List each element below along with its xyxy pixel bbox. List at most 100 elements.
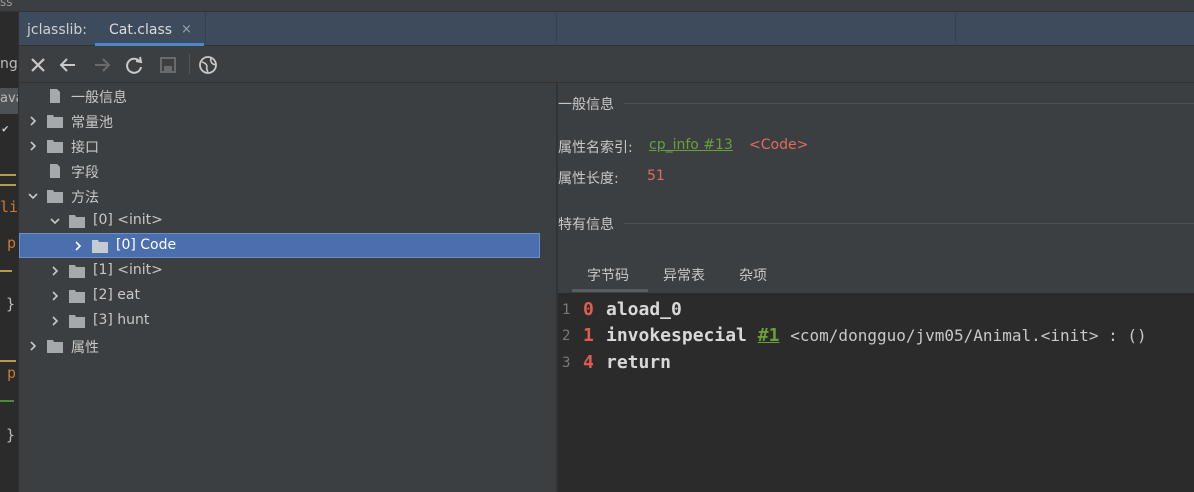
tree-node-label: 字段 <box>71 165 99 181</box>
editor-fragment: } <box>6 426 16 444</box>
refresh-icon[interactable] <box>123 54 145 76</box>
specific-info-header: 特有信息 <box>558 217 614 233</box>
editor-fragment: ng <box>0 56 18 72</box>
tab-bar: jclasslib: Cat.class × <box>19 12 1194 46</box>
folder-icon <box>69 215 85 228</box>
tree-node-label: 方法 <box>71 190 99 206</box>
tree-node-constant-pool[interactable]: 常量池 <box>19 109 540 134</box>
window-title-fragment: ss <box>0 0 13 9</box>
bytecode-offset: 0 <box>583 299 594 320</box>
tool-window-title: jclasslib: <box>27 22 88 38</box>
folder-icon <box>92 240 108 253</box>
arrow-right-icon[interactable] <box>91 54 113 76</box>
chevron-right-icon[interactable] <box>72 240 84 252</box>
chevron-right-icon[interactable] <box>49 315 61 327</box>
bytecode-view[interactable]: 1 0 aload_0 2 1 invokespecial #1 <com/do… <box>558 293 1194 492</box>
window-title-strip: ss <box>0 0 1194 12</box>
editor-fold-bar <box>0 174 16 176</box>
chevron-down-icon[interactable] <box>27 190 39 202</box>
tab-cat-class[interactable]: Cat.class × <box>95 12 204 46</box>
editor-gutter-sliver: ng ava ✔ li p } p } <box>0 12 19 492</box>
line-number: 3 <box>562 355 571 371</box>
chevron-right-icon[interactable] <box>27 115 39 127</box>
detail-panel: 一般信息 属性名索引: cp_info #13 <Code> 属性长度: 51 … <box>558 83 1194 492</box>
tree-node-label: [1] <init> <box>93 262 163 278</box>
line-number: 2 <box>562 328 571 344</box>
tree-node-label: [3] hunt <box>93 312 150 328</box>
tree-node-code-selected[interactable]: [0] Code <box>19 233 540 258</box>
file-icon <box>50 89 60 103</box>
bytecode-line: 1 0 aload_0 <box>558 297 1194 323</box>
editor-fragment: li <box>0 198 19 216</box>
check-icon: ✔ <box>2 122 9 135</box>
editor-change-marker <box>0 400 14 402</box>
attr-name-index-label: 属性名索引: <box>558 140 633 156</box>
folder-icon <box>47 115 63 128</box>
active-subtab-underline <box>572 289 648 292</box>
tree-node-fields[interactable]: 字段 <box>19 159 540 184</box>
subtab-exception-table[interactable]: 异常表 <box>663 265 705 285</box>
folder-icon <box>69 315 85 328</box>
editor-fragment: p <box>7 234 17 252</box>
editor-fragment: ava <box>0 91 18 106</box>
tab-separator <box>955 12 956 46</box>
file-icon <box>50 164 60 178</box>
editor-fold-bar <box>0 184 16 186</box>
chevron-right-icon[interactable] <box>27 140 39 152</box>
tree-node-label: 接口 <box>71 140 99 156</box>
editor-fragment: p <box>7 364 17 382</box>
cp-info-link[interactable]: cp_info #13 <box>649 137 733 153</box>
close-icon[interactable] <box>27 54 49 76</box>
tree-node-method-2-eat[interactable]: [2] eat <box>19 284 540 309</box>
close-tab-icon[interactable]: × <box>181 22 192 37</box>
editor-fragment: } <box>6 295 16 313</box>
chevron-right-icon[interactable] <box>27 340 39 352</box>
subtab-bytecode[interactable]: 字节码 <box>587 265 629 285</box>
line-number: 1 <box>562 302 571 318</box>
bytecode-offset: 1 <box>583 325 594 346</box>
save-icon[interactable] <box>157 54 179 76</box>
constant-pool-ref-link[interactable]: #1 <box>758 325 780 346</box>
section-divider <box>624 223 1194 224</box>
tree-node-label: [0] <init> <box>93 212 163 228</box>
bytecode-opcode: invokespecial <box>606 325 747 346</box>
bytecode-comment: <com/dongguo/jvm05/Animal.<init> : () <box>790 326 1147 345</box>
attr-length-value: 51 <box>647 168 665 184</box>
tree-node-label: [2] eat <box>93 287 140 303</box>
attr-length-label: 属性长度: <box>558 171 619 187</box>
bytecode-subtabs: 字节码 异常表 杂项 <box>558 257 1194 292</box>
arrow-left-icon[interactable] <box>57 54 79 76</box>
chevron-right-icon[interactable] <box>49 290 61 302</box>
bytecode-line: 3 4 return <box>558 350 1194 376</box>
bytecode-instruction: invokespecial #1 <com/dongguo/jvm05/Anim… <box>606 325 1147 346</box>
editor-fold-bar <box>0 270 12 272</box>
bytecode-opcode: aload_0 <box>606 299 682 320</box>
tree-node-methods[interactable]: 方法 <box>19 184 540 209</box>
tree-node-general-info[interactable]: 一般信息 <box>19 84 540 109</box>
folder-icon <box>47 140 63 153</box>
general-info-header: 一般信息 <box>558 97 614 113</box>
folder-icon <box>69 290 85 303</box>
tree-node-method-3-hunt[interactable]: [3] hunt <box>19 309 540 334</box>
chevron-down-icon[interactable] <box>49 215 61 227</box>
section-divider <box>624 103 1194 104</box>
tree-node-interfaces[interactable]: 接口 <box>19 134 540 159</box>
bytecode-opcode: return <box>606 352 672 373</box>
subtab-misc[interactable]: 杂项 <box>739 265 767 285</box>
tree-node-attributes[interactable]: 属性 <box>19 334 540 359</box>
bytecode-line: 2 1 invokespecial #1 <com/dongguo/jvm05/… <box>558 323 1194 349</box>
tab-label: Cat.class <box>109 22 173 38</box>
tree-node-method-0-init[interactable]: [0] <init> <box>19 209 540 234</box>
tree-node-method-1-init[interactable]: [1] <init> <box>19 259 540 284</box>
folder-icon <box>47 340 63 353</box>
tree-node-label: 属性 <box>71 340 99 356</box>
tree-node-label: [0] Code <box>116 237 177 253</box>
attr-name-value: <Code> <box>749 137 809 153</box>
chevron-right-icon[interactable] <box>49 265 61 277</box>
folder-icon <box>47 190 63 203</box>
bytecode-offset: 4 <box>583 352 594 373</box>
tab-separator <box>205 12 206 46</box>
class-structure-tree: 一般信息 常量池 接口 字段 方法 [0] <init> [0] Code [1… <box>19 83 556 492</box>
editor-fold-bar <box>0 360 16 362</box>
globe-icon[interactable] <box>197 54 219 76</box>
